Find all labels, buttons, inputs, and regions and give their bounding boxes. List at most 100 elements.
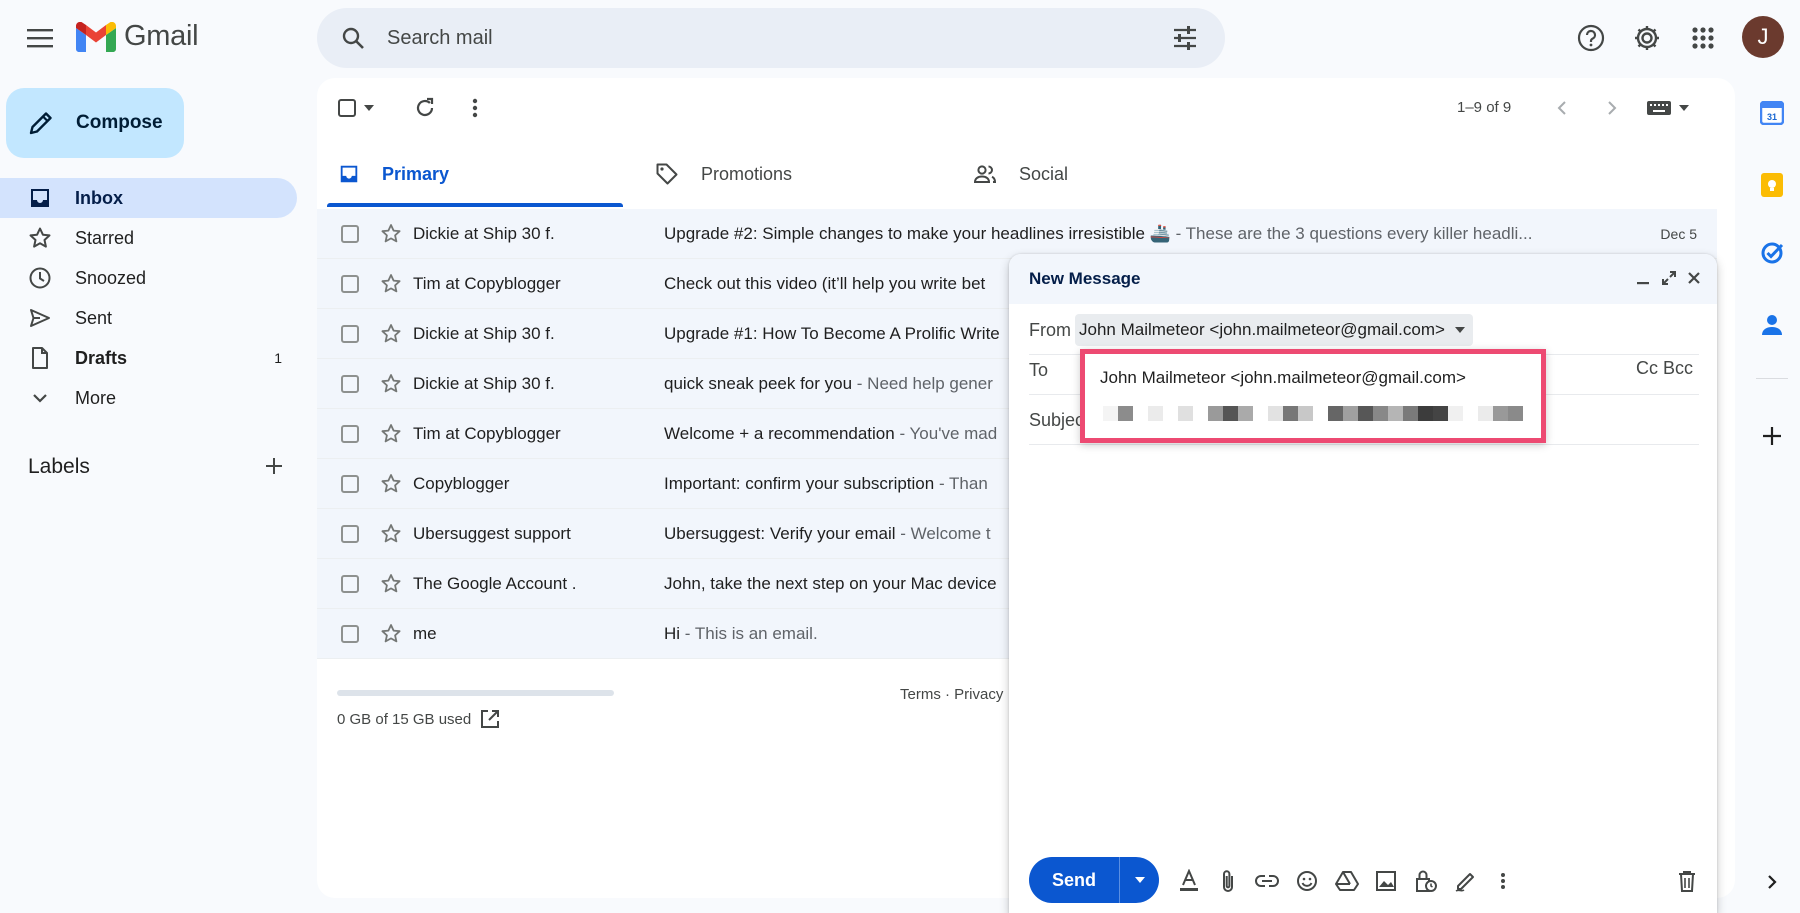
more-options-button[interactable] [455,88,495,128]
get-addons-button[interactable] [1752,416,1792,456]
redacted-address [1103,406,1523,421]
nav-item-snoozed[interactable]: Snoozed [0,258,297,298]
draft-icon [32,347,48,369]
settings-button[interactable] [1624,15,1670,61]
email-sender: Tim at Copyblogger [413,423,561,443]
labels-heading: Labels [28,455,90,478]
support-button[interactable] [1568,15,1614,61]
star-icon [29,227,51,248]
star-icon[interactable] [379,422,403,446]
caret-down-icon [1454,327,1465,333]
confidential-mode-button[interactable] [1413,868,1439,894]
email-subject: Check out this video (it’ll help you wri… [664,273,986,293]
footer-links[interactable]: Terms · Privacy [900,686,1003,703]
row-checkbox[interactable] [341,524,359,543]
nav-item-starred[interactable]: Starred [0,218,297,258]
emoji-icon [1297,871,1317,891]
compose-header[interactable]: New Message [1009,254,1717,304]
tab-primary[interactable]: Primary [338,140,449,208]
avatar[interactable]: J [1742,16,1784,58]
email-row[interactable]: Dickie at Ship 30 f. Upgrade #2: Simple … [317,209,1717,259]
search-options-icon[interactable] [1163,16,1207,60]
nav-item-sent[interactable]: Sent [0,298,297,338]
star-icon[interactable] [379,322,403,346]
expand-side-panel-button[interactable] [1752,862,1792,902]
minimize-button[interactable] [1631,266,1655,290]
tab-promotions[interactable]: Promotions [655,140,792,208]
input-tools-button[interactable] [1640,88,1696,128]
storage-usage-text: 0 GB of 15 GB used [337,711,472,728]
apps-button[interactable] [1680,15,1726,61]
recipient-suggestion-popup[interactable]: John Mailmeteor <john.mailmeteor@gmail.c… [1080,349,1546,443]
star-icon[interactable] [379,522,403,546]
insert-signature-button[interactable] [1452,868,1478,894]
row-checkbox[interactable] [341,324,359,343]
manage-storage-button[interactable] [477,706,503,732]
nav-label: Snoozed [75,267,147,288]
send-options-button[interactable] [1119,857,1159,903]
star-icon[interactable] [379,472,403,496]
email-sender: Dickie at Ship 30 f. [413,323,555,343]
row-checkbox[interactable] [341,274,359,293]
checkbox-icon [338,99,356,117]
send-button-group: Send [1029,857,1159,903]
chevron-right-icon [1768,875,1777,889]
search-input[interactable] [387,26,1163,50]
full-screen-button[interactable] [1657,266,1681,290]
compose-button[interactable]: Compose [6,88,184,158]
clock-icon [29,267,51,289]
email-snippet: - These are the 3 questions every killer… [1170,223,1533,243]
recipient-suggestion[interactable]: John Mailmeteor <john.mailmeteor@gmail.c… [1100,368,1466,388]
row-checkbox[interactable] [341,374,359,393]
email-sender: Ubersuggest support [413,523,571,543]
contacts-app-button[interactable] [1752,305,1792,345]
row-checkbox[interactable] [341,474,359,493]
more-options-button[interactable] [1490,868,1516,894]
star-icon[interactable] [379,622,403,646]
formatting-options-button[interactable] [1176,868,1202,894]
select-all-checkbox[interactable] [328,88,384,128]
refresh-button[interactable] [405,88,445,128]
cc-bcc-button[interactable]: Cc Bcc [1636,358,1693,379]
storage-usage-bar [337,690,614,696]
discard-draft-button[interactable] [1674,868,1700,894]
calendar-app-button[interactable]: 31 [1752,93,1792,133]
search-bar[interactable] [317,8,1225,68]
plus-icon [1763,427,1781,445]
row-checkbox[interactable] [341,224,359,243]
insert-drive-button[interactable] [1334,868,1360,894]
star-icon[interactable] [379,272,403,296]
insert-link-button[interactable] [1254,868,1280,894]
insert-photo-button[interactable] [1373,868,1399,894]
row-checkbox[interactable] [341,624,359,643]
insert-emoji-button[interactable] [1294,868,1320,894]
send-button[interactable]: Send [1029,857,1119,903]
tasks-app-button[interactable] [1752,233,1792,273]
tab-social[interactable]: Social [973,140,1068,208]
main-menu-button[interactable] [18,16,62,60]
star-icon[interactable] [379,372,403,396]
email-subject: John, take the next step on your Mac dev… [664,573,997,593]
row-checkbox[interactable] [341,424,359,443]
more-vert-icon [472,98,478,118]
newer-button[interactable] [1542,88,1582,128]
drive-icon [1335,871,1359,891]
close-compose-button[interactable] [1682,266,1706,290]
gmail-logo[interactable]: Gmail [76,20,199,53]
chevron-left-icon [1557,101,1566,115]
nav-item-more[interactable]: More [0,378,297,418]
nav-item-inbox[interactable]: Inbox [0,178,297,218]
star-icon[interactable] [379,222,403,246]
search-icon[interactable] [331,16,375,60]
row-checkbox[interactable] [341,574,359,593]
attach-files-button[interactable] [1215,868,1241,894]
keep-app-button[interactable] [1752,165,1792,205]
from-selector[interactable]: John Mailmeteor <john.mailmeteor@gmail.c… [1075,314,1473,346]
minimize-icon [1637,282,1649,285]
nav-label: Sent [75,307,113,328]
more-vert-icon [1501,873,1505,889]
star-icon[interactable] [379,572,403,596]
create-label-button[interactable] [258,450,290,482]
nav-item-drafts[interactable]: Drafts 1 [0,338,297,378]
older-button[interactable] [1592,88,1632,128]
